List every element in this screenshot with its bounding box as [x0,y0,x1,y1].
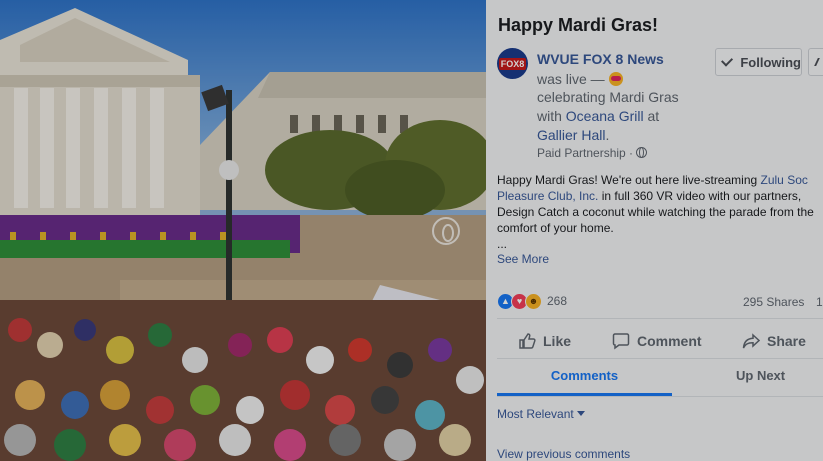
paid-text: Paid Partnership · [537,146,634,160]
views-count: 15 [816,295,823,309]
vr-navigation-icon[interactable] [432,217,460,245]
reactions-summary[interactable]: ▲ ♥ ☻ 268 [497,292,568,310]
more-options-button[interactable] [808,48,823,76]
like-label: Like [543,333,572,349]
status-prefix: was live — [537,71,605,87]
tab-up-next[interactable]: Up Next [736,366,823,386]
gallier-hall-link[interactable]: Gallier Hall [537,127,605,143]
zulu-link[interactable]: Zulu Soc [761,173,808,187]
status-line-activity: celebrating Mardi Gras [537,89,679,105]
body-text-2: in full 360 VR video with our partners, [598,189,802,203]
facebook-live-viewer: Happy Mardi Gras! FOX8 WVUE FOX 8 News w… [0,0,823,461]
status-line-live: was live — [537,71,623,87]
share-button[interactable]: Share [742,332,806,350]
page-avatar[interactable]: FOX8 [497,48,528,79]
following-label: Following [740,54,801,70]
post-body-line: Design Catch a coconut while watching th… [497,205,814,219]
comment-sort-dropdown[interactable]: Most Relevant [497,407,585,421]
divider [497,396,823,397]
status-at: at [647,108,660,124]
body-text-1: Happy Mardi Gras! We're out here live-st… [497,173,761,187]
parade-scene [0,0,486,461]
post-body-line: Pleasure Club, Inc. in full 360 VR video… [497,188,823,204]
status-line-place: Gallier Hall. [537,127,609,143]
post-body-ellipsis: ... [497,237,508,251]
see-more-link[interactable]: See More [497,252,549,266]
comment-label: Comment [637,333,702,349]
post-title: Happy Mardi Gras! [498,15,659,35]
status-line-with: with Oceana Grill at [537,108,659,124]
view-previous-comments-link[interactable]: View previous comments [497,447,630,461]
share-arrow-icon [742,333,760,349]
caret-down-icon [576,411,585,416]
comment-bubble-icon [612,333,630,350]
page-name-link[interactable]: WVUE FOX 8 News [537,51,664,67]
heart-eyes-emoji-icon [608,72,623,86]
oceana-grill-link[interactable]: Oceana Grill [566,108,644,124]
video-player-360[interactable] [0,0,486,461]
comment-button[interactable]: Comment [612,332,702,350]
divider [497,358,823,359]
tab-comments[interactable]: Comments [497,366,672,396]
post-body-line: Happy Mardi Gras! We're out here live-st… [497,172,823,188]
status-end: . [605,127,610,143]
share-label: Share [767,333,806,349]
status-with: with [537,108,562,124]
sort-label: Most Relevant [497,407,574,421]
check-icon [721,54,734,67]
following-button[interactable]: Following [715,48,802,76]
like-button[interactable]: Like [518,332,571,350]
reaction-count: 268 [547,294,568,308]
haha-reaction-icon: ☻ [525,292,542,310]
pleasure-club-link[interactable]: Pleasure Club, Inc. [497,189,598,203]
paid-partnership-label: Paid Partnership · [537,146,648,160]
divider [497,318,823,319]
post-sidebar: Happy Mardi Gras! FOX8 WVUE FOX 8 News w… [486,0,823,461]
post-body-line: comfort of your home. [497,221,614,235]
globe-icon [636,147,648,158]
shares-count[interactable]: 295 Shares [743,295,804,309]
avatar-logo-text: FOX8 [498,57,527,70]
thumbs-up-icon [519,333,536,349]
post-body: Happy Mardi Gras! We're out here live-st… [497,172,823,252]
